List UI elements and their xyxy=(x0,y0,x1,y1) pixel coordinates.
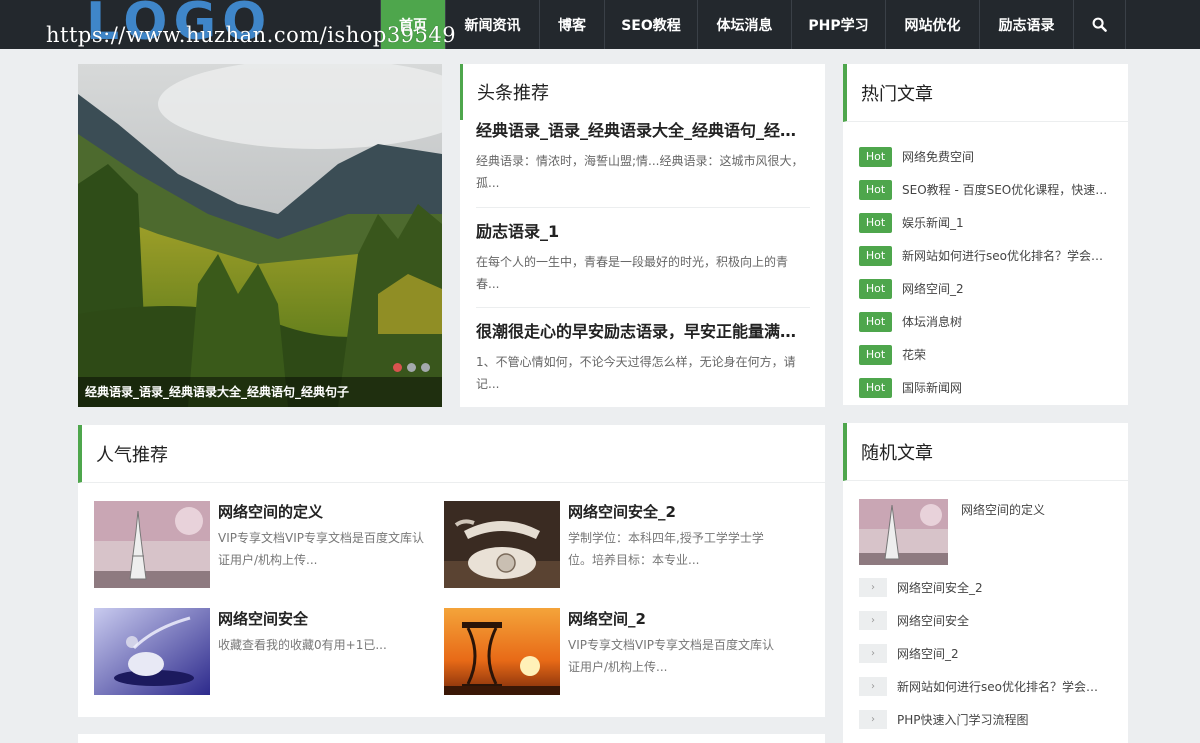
popular-item-title[interactable]: 网络空间_2 xyxy=(568,608,646,630)
hot-badge: Hot xyxy=(859,179,892,200)
thumbnail-image[interactable] xyxy=(94,501,210,588)
list-item[interactable]: Hot 体坛消息树 xyxy=(859,305,1114,338)
headline-title[interactable]: 很潮很走心的早安励志语录，早安正能量满满的句子 xyxy=(476,321,810,343)
thumbnail-image[interactable] xyxy=(444,501,560,588)
popular-item-title[interactable]: 网络空间安全_2 xyxy=(568,501,676,523)
hot-badge: Hot xyxy=(859,212,892,233)
main-nav: 首页 新闻资讯 博客 SEO教程 体坛消息 PHP学习 网站优化 励志语录 xyxy=(380,0,1126,49)
list-item[interactable]: › 新网站如何进行seo优化排名？学会这几招 xyxy=(859,670,1105,703)
thumbnail-image[interactable] xyxy=(859,499,948,565)
hot-item-title[interactable]: 体坛消息树 xyxy=(902,313,1114,330)
slider-dot[interactable] xyxy=(407,363,416,372)
headline-item[interactable]: 很潮很走心的早安励志语录，早安正能量满满的句子 1、不管心情如何，不论今天过得怎… xyxy=(476,321,810,395)
hot-list: Hot 网络免费空间 Hot SEO教程 - 百度SEO优化课程，快速排名 Hot 娱… xyxy=(859,140,1114,404)
divider xyxy=(476,207,810,208)
popular-item[interactable]: 网络空间安全 收藏查看我的收藏0有用+1已... xyxy=(94,608,434,696)
list-item[interactable]: › 网络空间安全_2 xyxy=(859,571,1105,604)
chevron-right-icon: › xyxy=(859,710,887,729)
random-item-title[interactable]: 网络空间安全 xyxy=(897,612,1105,629)
nav-item-blog[interactable]: 博客 xyxy=(539,0,604,49)
popular-item-desc: VIP专享文档VIP专享文档是百度文库认证用户/机构上传... xyxy=(218,531,424,567)
nav-item-optimize[interactable]: 网站优化 xyxy=(885,0,979,49)
hot-badge: Hot xyxy=(859,146,892,167)
list-item[interactable]: Hot 网络空间_2 xyxy=(859,272,1114,305)
popular-item-title[interactable]: 网络空间安全 xyxy=(218,608,308,630)
watermark-text: https://www.huzhan.com/ishop39549 xyxy=(46,23,457,47)
nav-item-news[interactable]: 新闻资讯 xyxy=(445,0,539,49)
random-top-title[interactable]: 网络空间的定义 xyxy=(961,501,1045,518)
list-item[interactable]: › 网络空间安全 xyxy=(859,604,1105,637)
popular-item-desc: 学制学位：本科四年,授予工学学士学位。培养目标：本专业... xyxy=(568,531,764,567)
nav-item-php[interactable]: PHP学习 xyxy=(791,0,885,49)
headline-item[interactable]: 经典语录_语录_经典语录大全_经典语句_经典句子 经典语录：情浓时，海誓山盟;情… xyxy=(476,120,810,194)
slider-dot[interactable] xyxy=(421,363,430,372)
popular-section-title: 人气推荐 xyxy=(78,425,825,483)
list-item[interactable]: › 网络空间_2 xyxy=(859,637,1105,670)
random-articles-panel: 随机文章 网络空间的定义 › 网络空间安全_2 › 网络空间安全 › 网络空间_2 ›… xyxy=(843,423,1128,743)
random-item-title[interactable]: PHP快速入门学习流程图 xyxy=(897,711,1105,728)
popular-panel: 人气推荐 网络空间的定义 VIP专享文档VIP专享文档是百度文库认证用户/机构上… xyxy=(78,425,825,717)
hot-section-title: 热门文章 xyxy=(843,64,1128,122)
hot-item-title[interactable]: 花荣 xyxy=(902,346,1114,363)
chevron-right-icon: › xyxy=(859,677,887,696)
thumbnail-image[interactable] xyxy=(444,608,560,695)
hot-item-title[interactable]: 国际新闻网 xyxy=(902,379,1114,396)
hot-item-title[interactable]: 新网站如何进行seo优化排名？学会这几招 xyxy=(902,247,1114,264)
list-item[interactable]: Hot 娱乐新闻_1 xyxy=(859,206,1114,239)
hot-item-title[interactable]: 网络空间_2 xyxy=(902,280,1114,297)
slider-dots xyxy=(393,363,430,372)
random-item-title[interactable]: 网络空间安全_2 xyxy=(897,579,1105,596)
headline-panel: 头条推荐 经典语录_语录_经典语录大全_经典语句_经典句子 经典语录：情浓时，海… xyxy=(460,64,825,407)
random-section-title: 随机文章 xyxy=(843,423,1128,481)
list-item[interactable]: Hot 国际新闻网 xyxy=(859,371,1114,404)
headline-desc: 经典语录：情浓时，海誓山盟;情...经典语录：这城市风很大，孤... xyxy=(476,154,804,190)
search-button[interactable] xyxy=(1073,0,1126,49)
hot-item-title[interactable]: SEO教程 - 百度SEO优化课程，快速排名 xyxy=(902,181,1114,198)
popular-item[interactable]: 网络空间安全_2 学制学位：本科四年,授予工学学士学位。培养目标：本专业... xyxy=(444,501,784,589)
nav-item-seo[interactable]: SEO教程 xyxy=(604,0,697,49)
hot-badge: Hot xyxy=(859,245,892,266)
nav-item-quotes[interactable]: 励志语录 xyxy=(979,0,1073,49)
next-section-panel xyxy=(78,734,825,743)
slider-dot[interactable] xyxy=(393,363,402,372)
slider-image xyxy=(78,64,442,407)
list-item[interactable]: › PHP快速入门学习流程图 xyxy=(859,703,1105,736)
hot-item-title[interactable]: 娱乐新闻_1 xyxy=(902,214,1114,231)
nav-item-sports[interactable]: 体坛消息 xyxy=(697,0,791,49)
hot-articles-panel: 热门文章 Hot 网络免费空间 Hot SEO教程 - 百度SEO优化课程，快速排名… xyxy=(843,64,1128,405)
chevron-right-icon: › xyxy=(859,578,887,597)
list-item[interactable]: Hot SEO教程 - 百度SEO优化课程，快速排名 xyxy=(859,173,1114,206)
hot-badge: Hot xyxy=(859,278,892,299)
list-item[interactable]: Hot 新网站如何进行seo优化排名？学会这几招 xyxy=(859,239,1114,272)
headline-desc: 1、不管心情如何，不论今天过得怎么样，无论身在何方，请记... xyxy=(476,355,796,391)
divider xyxy=(476,307,810,308)
hot-item-title[interactable]: 网络免费空间 xyxy=(902,148,1114,165)
popular-item[interactable]: 网络空间的定义 VIP专享文档VIP专享文档是百度文库认证用户/机构上传... xyxy=(94,501,434,589)
headline-title[interactable]: 励志语录_1 xyxy=(476,221,810,243)
hot-badge: Hot xyxy=(859,344,892,365)
popular-item-desc: VIP专享文档VIP专享文档是百度文库认证用户/机构上传... xyxy=(568,638,774,674)
chevron-right-icon: › xyxy=(859,644,887,663)
random-item-title[interactable]: 新网站如何进行seo优化排名？学会这几招 xyxy=(897,678,1105,695)
random-list: › 网络空间安全_2 › 网络空间安全 › 网络空间_2 › 新网站如何进行seo优化排… xyxy=(859,571,1105,736)
popular-item-desc: 收藏查看我的收藏0有用+1已... xyxy=(218,638,387,652)
search-icon xyxy=(1092,17,1107,32)
random-item-title[interactable]: 网络空间_2 xyxy=(897,645,1105,662)
chevron-right-icon: › xyxy=(859,611,887,630)
list-item[interactable]: Hot 花荣 xyxy=(859,338,1114,371)
thumbnail-image[interactable] xyxy=(94,608,210,695)
headline-title[interactable]: 经典语录_语录_经典语录大全_经典语句_经典句子 xyxy=(476,120,810,142)
list-item[interactable]: Hot 网络免费空间 xyxy=(859,140,1114,173)
headline-desc: 在每个人的一生中，青春是一段最好的时光，积极向上的青春... xyxy=(476,255,789,291)
slider-caption[interactable]: 经典语录_语录_经典语录大全_经典语句_经典句子 xyxy=(78,377,442,407)
featured-slider[interactable]: 经典语录_语录_经典语录大全_经典语句_经典句子 xyxy=(78,64,442,407)
headline-section-title: 头条推荐 xyxy=(460,64,825,120)
hot-badge: Hot xyxy=(859,311,892,332)
hot-badge: Hot xyxy=(859,377,892,398)
popular-item-title[interactable]: 网络空间的定义 xyxy=(218,501,323,523)
headline-item[interactable]: 励志语录_1 在每个人的一生中，青春是一段最好的时光，积极向上的青春... xyxy=(476,221,810,295)
popular-item[interactable]: 网络空间_2 VIP专享文档VIP专享文档是百度文库认证用户/机构上传... xyxy=(444,608,784,696)
